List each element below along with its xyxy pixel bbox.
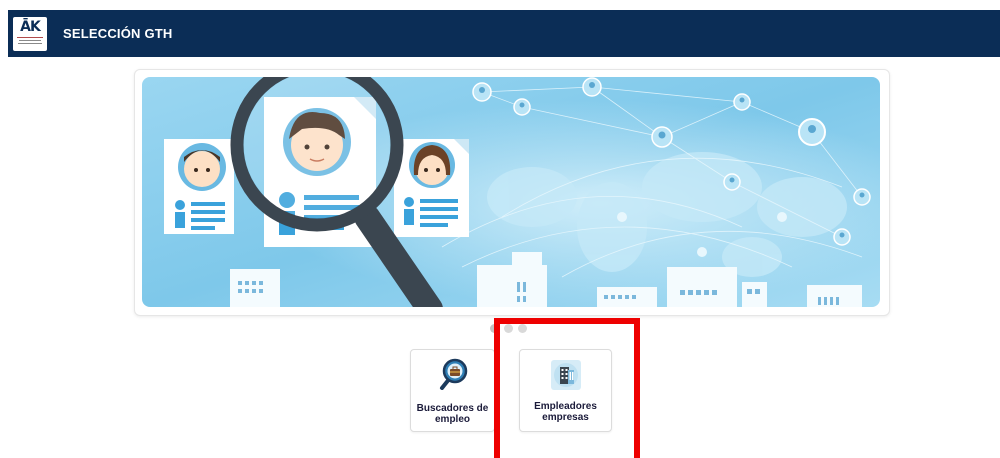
jobseekers-label: Buscadores de empleo <box>416 403 489 425</box>
logo-line <box>18 42 42 44</box>
jobseekers-tile[interactable]: Buscadores de empleo <box>410 349 495 432</box>
building-icon <box>550 360 581 390</box>
logo-line <box>19 39 41 41</box>
employers-label: Empleadores empresas <box>534 401 597 423</box>
recruitment-banner <box>142 77 880 307</box>
page: ĀK SELECCIÓN GTH Buscadores de empleo Em… <box>0 0 1000 458</box>
carousel-dot[interactable] <box>504 324 513 333</box>
logo-mark: ĀK <box>20 18 41 35</box>
top-bar: ĀK SELECCIÓN GTH <box>8 10 1000 57</box>
employers-tile[interactable]: Empleadores empresas <box>519 349 612 432</box>
logo-line <box>17 36 43 38</box>
carousel-dot[interactable] <box>490 324 499 333</box>
carousel-dots <box>490 324 527 333</box>
carousel-dot[interactable] <box>518 324 527 333</box>
left-gutter <box>0 0 8 455</box>
recruitment-magnifier-illustration <box>142 77 880 307</box>
briefcase-magnifier-icon <box>439 358 467 390</box>
institution-logo-icon[interactable]: ĀK <box>13 16 47 51</box>
app-title: SELECCIÓN GTH <box>63 26 173 41</box>
